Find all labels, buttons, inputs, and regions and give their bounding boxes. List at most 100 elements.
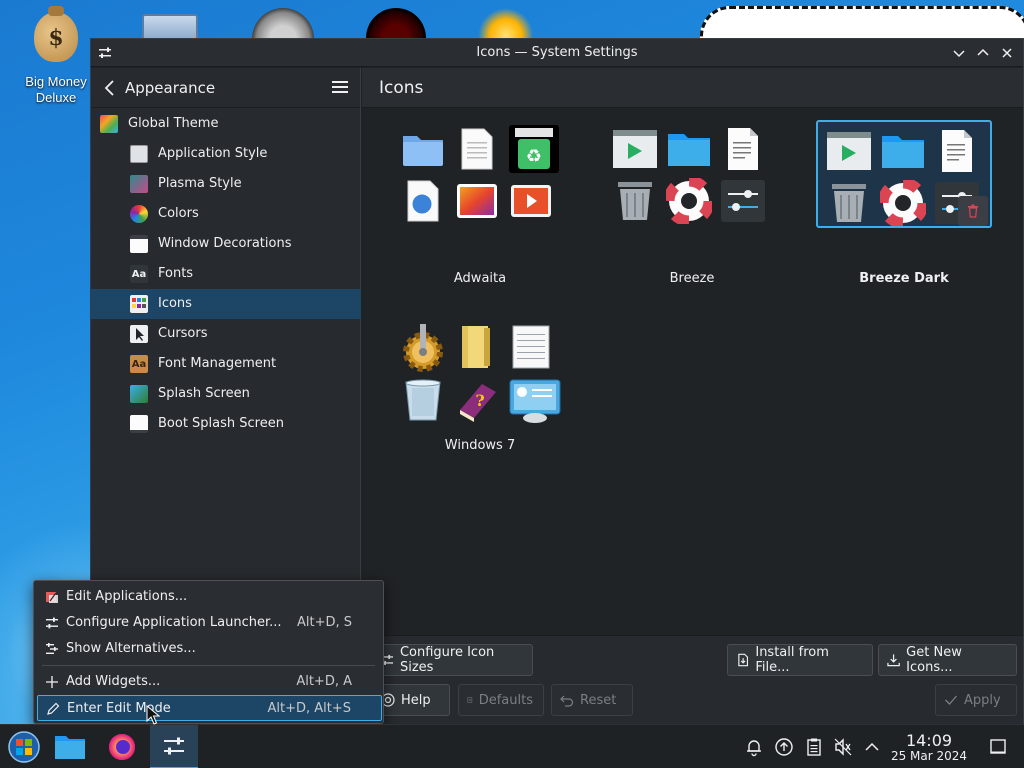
sidebar-item-cursors[interactable]: Cursors <box>91 319 361 349</box>
volume-muted-icon[interactable] <box>833 737 853 757</box>
title-bar[interactable]: Icons — System Settings <box>91 39 1023 67</box>
menu-item-shortcut: Alt+D, S <box>296 615 352 630</box>
chevron-up-icon <box>977 48 989 56</box>
theme-card-windows-7[interactable]: ? <box>392 320 568 428</box>
plasma-style-icon <box>130 175 148 193</box>
delete-theme-button[interactable] <box>958 196 988 226</box>
folder-icon <box>462 326 490 368</box>
desktop-icon-big-money-deluxe[interactable]: $ Big Money Deluxe <box>20 6 92 106</box>
sidebar-item-global-theme[interactable]: Global Theme <box>91 109 361 139</box>
sidebar-item-label: Fonts <box>158 266 194 281</box>
sidebar-item-fonts[interactable]: Aa Fonts <box>91 259 361 289</box>
plus-icon <box>46 676 58 688</box>
menu-item-label: Show Alternatives... <box>66 641 196 656</box>
firefox-icon <box>109 734 135 760</box>
windows-orb-icon <box>8 731 40 763</box>
menu-item-edit-applications[interactable]: Edit Applications... <box>37 584 382 610</box>
theme-card-breeze-dark[interactable] <box>816 120 992 228</box>
button-label: Defaults <box>478 692 533 708</box>
maximize-button[interactable] <box>973 43 993 63</box>
notifications-icon[interactable] <box>744 737 764 757</box>
sidebar-item-application-style[interactable]: Application Style <box>91 139 361 169</box>
button-label: Reset <box>580 692 617 708</box>
checkmark-icon <box>945 695 957 705</box>
folder-icon <box>882 136 924 168</box>
splash-screen-icon <box>130 385 148 403</box>
panel-context-menu: Edit Applications... Configure Applicati… <box>33 580 384 724</box>
sidebar-item-colors[interactable]: Colors <box>91 199 361 229</box>
sidebar-item-label: Global Theme <box>128 116 219 131</box>
menu-item-enter-edit-mode[interactable]: Enter Edit Mode Alt+D, Alt+S <box>37 695 382 721</box>
settings-sliders-icon <box>721 180 765 222</box>
menu-item-shortcut: Alt+D, Alt+S <box>267 701 351 716</box>
menu-separator <box>42 665 375 666</box>
sidebar-item-boot-splash-screen[interactable]: Boot Splash Screen <box>91 409 361 439</box>
get-new-icons-button[interactable]: Get New Icons... <box>878 644 1017 676</box>
task-system-settings[interactable] <box>150 725 198 768</box>
sidebar-item-font-management[interactable]: Aa Font Management <box>91 349 361 379</box>
clipboard-icon[interactable] <box>804 737 824 757</box>
defaults-button[interactable]: Defaults <box>458 684 544 716</box>
menu-item-add-widgets[interactable]: Add Widgets... Alt+D, A <box>37 669 382 695</box>
theme-card-adwaita[interactable]: ♻ <box>392 120 568 228</box>
sidebar-item-label: Boot Splash Screen <box>158 416 284 431</box>
updates-icon[interactable] <box>774 737 794 757</box>
hamburger-menu-icon[interactable] <box>332 80 348 94</box>
menu-item-show-alternatives[interactable]: Show Alternatives... <box>37 636 382 662</box>
video-window-icon <box>827 132 871 170</box>
undo-icon <box>560 695 574 707</box>
theme-card-breeze[interactable] <box>604 120 780 228</box>
alternatives-icon <box>46 643 58 654</box>
configure-icon <box>46 617 58 629</box>
configure-icon-sizes-button[interactable]: Configure Icon Sizes <box>372 644 533 676</box>
theme-name: Breeze Dark <box>859 271 949 286</box>
chevron-down-icon <box>953 50 965 58</box>
clock-time[interactable]: 14:09 <box>896 731 962 750</box>
theme-name: Adwaita <box>453 271 507 286</box>
trash-icon <box>968 204 978 218</box>
theme-name: Windows 7 <box>444 438 516 453</box>
show-desktop-icon[interactable] <box>988 737 1008 757</box>
settings-app-icon <box>99 47 111 58</box>
sidebar-item-plasma-style[interactable]: Plasma Style <box>91 169 361 199</box>
sidebar-item-icons[interactable]: Icons <box>91 289 361 319</box>
close-button[interactable] <box>997 43 1017 63</box>
menu-item-configure-launcher[interactable]: Configure Application Launcher... Alt+D,… <box>37 610 382 636</box>
colors-icon <box>130 205 148 223</box>
button-label: Install from File... <box>755 645 829 675</box>
fonts-icon: Aa <box>130 265 148 283</box>
sidebar-item-label: Application Style <box>158 146 268 161</box>
sidebar-item-splash-screen[interactable]: Splash Screen <box>91 379 361 409</box>
help-lifebuoy-icon <box>666 178 712 224</box>
button-label: Get New Icons... <box>906 645 962 675</box>
control-panel-icon <box>509 379 561 423</box>
video-window-icon <box>613 130 657 168</box>
reset-button[interactable]: Reset <box>551 684 633 716</box>
gear-icon <box>403 324 443 372</box>
cursors-icon <box>130 325 148 343</box>
sidebar-header: Appearance <box>91 68 360 108</box>
task-firefox[interactable] <box>98 725 146 768</box>
install-from-file-button[interactable]: Install from File... <box>727 644 873 676</box>
chevron-up-icon[interactable] <box>862 737 882 757</box>
application-style-icon <box>130 145 148 163</box>
clock-date[interactable]: 25 Mar 2024 <box>890 749 968 763</box>
sidebar-item-label: Colors <box>158 206 199 221</box>
help-book-icon: ? <box>460 384 496 422</box>
minimize-button[interactable] <box>949 43 969 63</box>
defaults-icon <box>467 697 473 703</box>
folder-icon <box>668 134 710 166</box>
sidebar-item-label: Window Decorations <box>158 236 292 251</box>
video-player-icon <box>511 185 551 217</box>
content-header: Icons <box>362 68 1023 108</box>
apply-button[interactable]: Apply <box>935 684 1017 716</box>
back-arrow-icon[interactable] <box>103 80 117 96</box>
button-label: Apply <box>964 692 1001 708</box>
sidebar-item-window-decorations[interactable]: Window Decorations <box>91 229 361 259</box>
button-label: Configure Icon Sizes <box>399 645 495 675</box>
application-launcher-button[interactable] <box>0 725 48 768</box>
task-file-manager[interactable] <box>46 725 94 768</box>
sidebar-item-label: Font Management <box>158 356 277 371</box>
trash-bin-icon: ♻ <box>509 125 559 173</box>
menu-item-label: Configure Application Launcher... <box>66 615 282 630</box>
